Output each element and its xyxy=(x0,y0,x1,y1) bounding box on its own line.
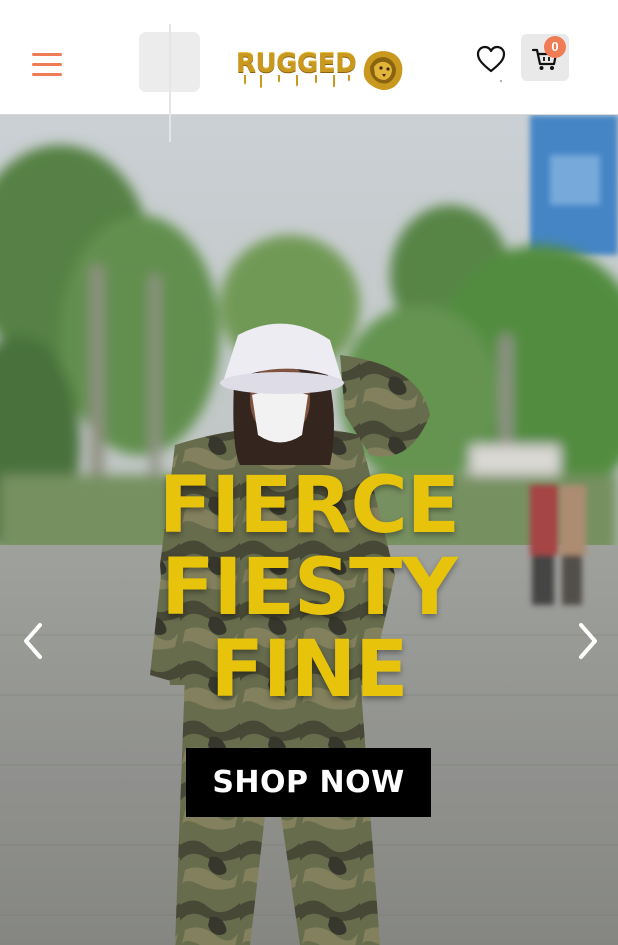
brand-logo[interactable]: RUGGED xyxy=(236,45,404,93)
logo-drips xyxy=(244,75,350,88)
menu-bar xyxy=(32,63,62,66)
chevron-right-icon[interactable] xyxy=(575,621,601,661)
menu-bar xyxy=(32,73,62,76)
hamburger-menu-icon[interactable] xyxy=(30,48,66,78)
hero-headline: FIERCE FIESTY FINE xyxy=(0,465,618,711)
headline-line-3: FINE xyxy=(210,625,409,715)
lion-head-icon xyxy=(363,51,403,90)
home-page: FIERCE FIESTY FINE SHOP NOW RUGGED 0 xyxy=(0,0,618,945)
shop-now-button[interactable]: SHOP NOW xyxy=(186,748,431,817)
hero-slider: FIERCE FIESTY FINE SHOP NOW xyxy=(0,115,618,945)
headline-line-2: FIESTY xyxy=(161,543,457,633)
chevron-left-icon[interactable] xyxy=(20,621,46,661)
cart-count-badge: 0 xyxy=(544,36,566,58)
site-header: RUGGED 0 xyxy=(0,0,618,115)
menu-bar xyxy=(32,53,62,56)
headline-line-1: FIERCE xyxy=(158,461,460,551)
heart-icon[interactable] xyxy=(475,44,507,74)
wishlist-indicator xyxy=(500,80,502,82)
text-cursor xyxy=(169,24,171,142)
